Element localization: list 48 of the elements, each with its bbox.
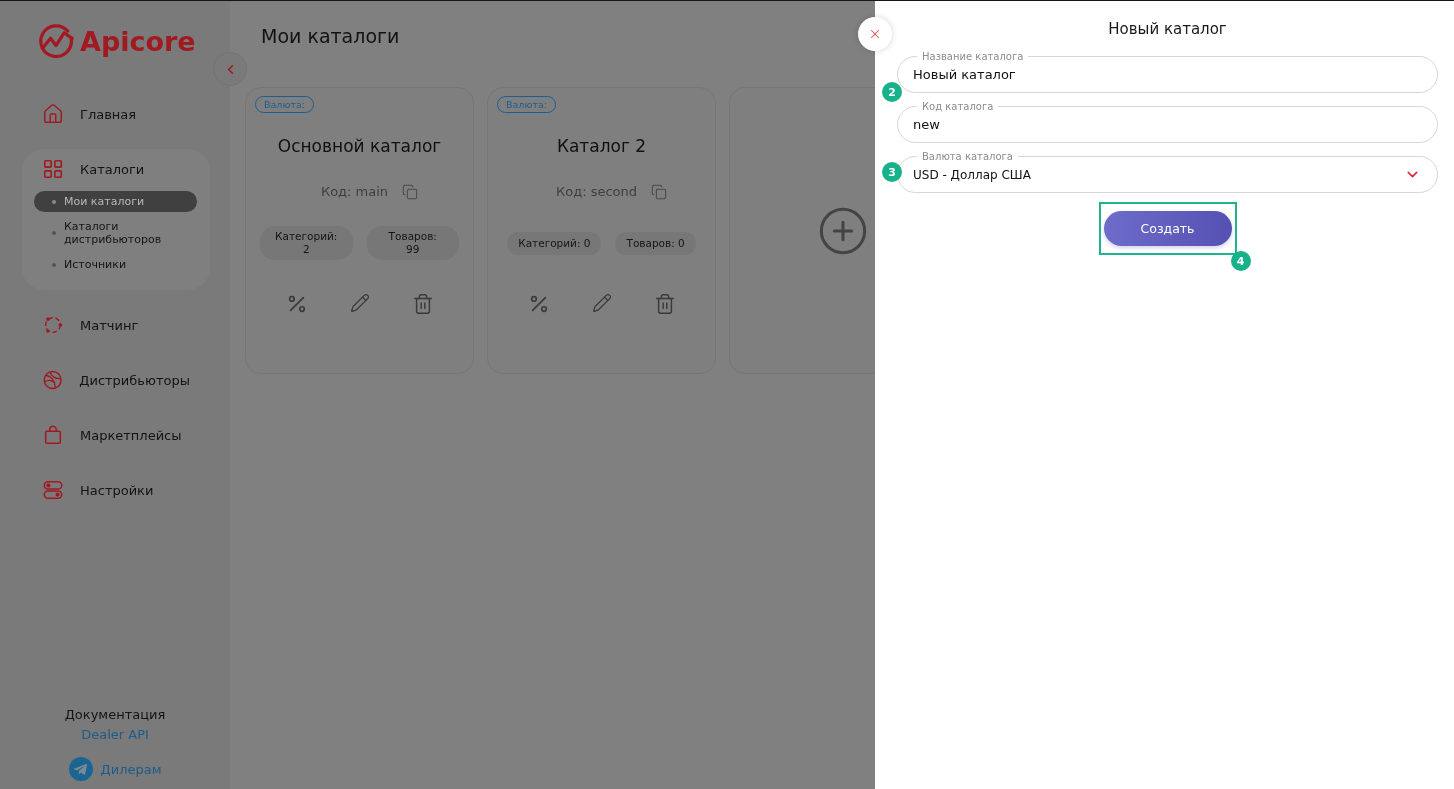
catalog-title: Основной каталог bbox=[277, 135, 442, 157]
nav-item[interactable]: Главная bbox=[0, 94, 190, 134]
field-label: Код каталога bbox=[917, 100, 999, 113]
nav-subitem[interactable]: Источники bbox=[34, 254, 197, 275]
bag-icon bbox=[42, 424, 64, 446]
grid-icon bbox=[42, 158, 64, 180]
copy-icon[interactable] bbox=[651, 184, 667, 200]
create-button[interactable]: Создать bbox=[1103, 211, 1232, 246]
stat-pill: Товаров: 0 bbox=[615, 231, 696, 255]
page-title: Мои каталоги bbox=[261, 24, 400, 48]
bullet-icon bbox=[52, 231, 56, 235]
nav-subitem[interactable]: Мои каталоги bbox=[34, 191, 197, 212]
bullet-icon bbox=[52, 262, 56, 267]
home-icon bbox=[42, 103, 64, 125]
dotted-circle-icon bbox=[42, 314, 64, 336]
nav-subitem[interactable]: Каталоги дистрибьюторов bbox=[34, 220, 197, 246]
toggles-icon bbox=[42, 479, 64, 501]
stat-pill: Категорий: 2 bbox=[260, 226, 353, 260]
copy-icon[interactable] bbox=[402, 184, 419, 200]
catalog-title: Каталог 2 bbox=[556, 135, 647, 157]
bullet-icon bbox=[52, 199, 56, 204]
nav-item[interactable]: Настройки bbox=[0, 470, 190, 510]
globe-icon bbox=[42, 369, 64, 391]
logo-text: Apicore bbox=[80, 27, 196, 55]
nav-item[interactable]: Матчинг bbox=[0, 305, 190, 345]
logo-icon bbox=[38, 23, 74, 59]
nav-item[interactable]: Каталоги bbox=[22, 149, 210, 189]
catalog-code: Код: second bbox=[555, 183, 637, 201]
pencil-icon[interactable] bbox=[591, 293, 612, 313]
catalog-code: Код: main bbox=[320, 183, 389, 201]
close-button[interactable] bbox=[858, 17, 892, 51]
nav-item[interactable]: Маркетплейсы bbox=[0, 415, 190, 455]
drawer-title: Новый каталог bbox=[1108, 20, 1227, 38]
trash-icon[interactable] bbox=[411, 293, 434, 315]
field-label: Валюта каталога bbox=[917, 150, 1018, 163]
step-marker: 4 bbox=[1230, 251, 1251, 271]
pencil-icon[interactable] bbox=[349, 293, 370, 313]
close-icon bbox=[868, 27, 882, 41]
paper-plane-icon bbox=[68, 757, 93, 781]
trash-icon[interactable] bbox=[653, 293, 676, 315]
docs-title: Документация bbox=[64, 707, 166, 723]
nav-item[interactable]: Дистрибьюторы bbox=[0, 360, 190, 400]
step-marker: 2 bbox=[882, 82, 902, 102]
stat-pill: Категорий: 0 bbox=[507, 231, 602, 255]
step-marker: 3 bbox=[882, 162, 902, 182]
field-label: Название каталога bbox=[917, 50, 1029, 63]
stat-pill: Товаров: 99 bbox=[366, 226, 459, 260]
collapse-button[interactable] bbox=[213, 52, 247, 86]
